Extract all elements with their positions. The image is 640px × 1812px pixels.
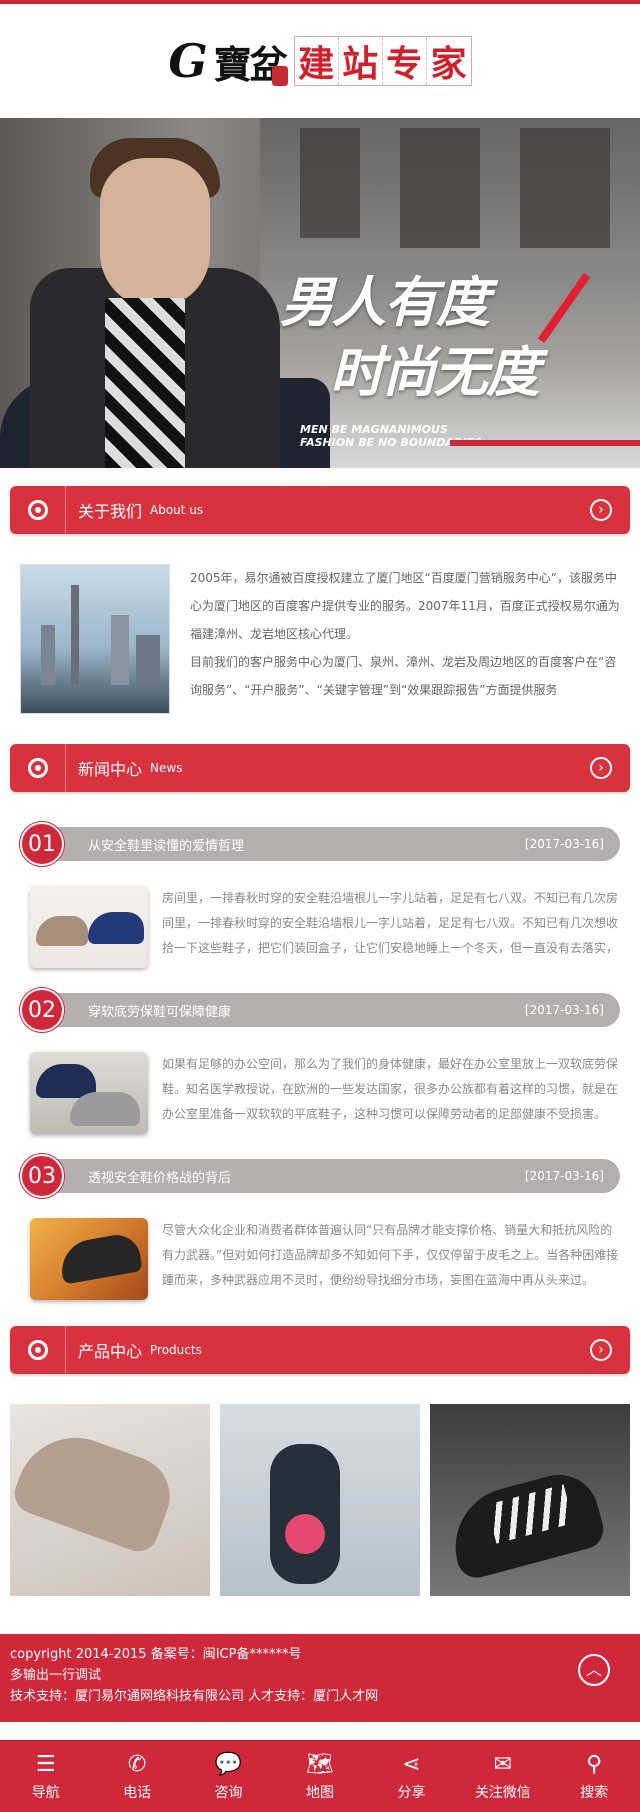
news-item[interactable]: 穿软底劳保鞋可保障健康 [2017-03-16] 02 如果有足够的办公空间，那…: [0, 988, 640, 1154]
news-title-bar[interactable]: 从安全鞋里读懂的爱情哲理 [2017-03-16]: [50, 827, 620, 861]
back-to-top-icon[interactable]: ︿: [578, 1654, 610, 1686]
about-content: 2005年，易尔通被百度授权建立了厦门地区“百度厦门营销服务中心”，该服务中心为…: [0, 534, 640, 734]
news-summary: 尽管大众化企业和消费者群体普遍认同“只有品牌才能支撑价格、销量大和抵抗风险的有力…: [162, 1223, 619, 1287]
about-text: 2005年，易尔通被百度授权建立了厦门地区“百度厦门营销服务中心”，该服务中心为…: [190, 564, 620, 714]
banner-slogan-line2: 时尚无度: [330, 341, 540, 404]
news-body: 房间里，一排春秋时穿的安全鞋沿墙根儿一字儿站着，足足有七八双。不知已有几次房间里…: [10, 866, 630, 988]
news-item[interactable]: 透视安全鞋价格战的背后 [2017-03-16] 03 尽管大众化企业和消费者群…: [0, 1154, 640, 1320]
news-title[interactable]: 从安全鞋里读懂的爱情哲理: [88, 835, 244, 854]
banner-red-bar: [450, 440, 640, 446]
news-summary: 如果有足够的办公空间，那么为了我们的身体健康，最好在办公室里放上一双软底劳保鞋。…: [162, 1057, 619, 1121]
banner-slogan-line1: 男人有度: [280, 271, 490, 334]
menu-icon: ☰: [35, 1751, 56, 1777]
logo-tagline: 建 站 专 家: [293, 36, 472, 86]
logo-seal-icon: [271, 66, 288, 86]
logo-tagline-char: 建: [295, 37, 339, 85]
site-footer: copyright 2014-2015 备案号：闽ICP备******号 多输出…: [0, 1634, 640, 1722]
nav-label: 电话: [123, 1784, 152, 1801]
section-header-news[interactable]: 新闻中心 News ›: [10, 744, 630, 792]
section-subtitle: News: [150, 761, 183, 775]
section-title: 关于我们: [78, 502, 143, 521]
news-date: [2017-03-16]: [524, 837, 604, 851]
footer-support: 技术支持：厦门易尔通网络科技有限公司 人才支持：厦门人才网: [10, 1689, 379, 1704]
chevron-right-icon[interactable]: ›: [590, 1339, 612, 1361]
section-dot-icon: [10, 1326, 66, 1374]
nav-item-share[interactable]: ⋖ 分享: [366, 1741, 457, 1812]
section-header-products[interactable]: 产品中心 Products ›: [10, 1326, 630, 1374]
nav-label: 咨询: [214, 1784, 243, 1801]
section-dot-icon: [10, 486, 66, 534]
section-subtitle: Products: [150, 1343, 202, 1357]
news-title[interactable]: 穿软底劳保鞋可保障健康: [88, 1001, 231, 1020]
nav-item-consult[interactable]: 💬 咨询: [183, 1741, 274, 1812]
news-title-bar[interactable]: 透视安全鞋价格战的背后 [2017-03-16]: [50, 1159, 620, 1193]
banner-model-scarf: [105, 298, 185, 468]
news-number-badge: 02: [20, 988, 64, 1032]
product-image[interactable]: [220, 1404, 420, 1596]
nav-item-menu[interactable]: ☰ 导航: [0, 1741, 91, 1812]
product-grid: [0, 1374, 640, 1626]
bottom-nav: ☰ 导航 ✆ 电话 💬 咨询 🗺 地图 ⋖ 分享 ✉ 关注微信 ⚲ 搜索: [0, 1740, 640, 1812]
logo-letter: G: [168, 34, 208, 88]
banner-model-face: [100, 158, 210, 308]
news-summary: 房间里，一排春秋时穿的安全鞋沿墙根儿一字儿站着，足足有七八双。不知已有几次房间里…: [162, 891, 619, 955]
section-title: 新闻中心: [78, 760, 143, 779]
nav-label: 搜索: [580, 1784, 609, 1801]
news-number-badge: 03: [20, 1154, 64, 1198]
news-title[interactable]: 透视安全鞋价格战的背后: [88, 1167, 231, 1186]
product-image[interactable]: [10, 1404, 210, 1596]
logo-tagline-char: 站: [339, 37, 383, 85]
nav-label: 导航: [31, 1784, 60, 1801]
section-dot-icon: [10, 744, 66, 792]
product-image[interactable]: [430, 1404, 630, 1596]
nav-item-phone[interactable]: ✆ 电话: [91, 1741, 182, 1812]
nav-item-search[interactable]: ⚲ 搜索: [549, 1741, 640, 1812]
news-body: 如果有足够的办公空间，那么为了我们的身体健康，最好在办公室里放上一双软底劳保鞋。…: [10, 1032, 630, 1154]
hero-banner[interactable]: 男人有度 时尚无度 MEN BE MAGNANIMOUS FASHION BE …: [0, 118, 640, 468]
news-item[interactable]: 从安全鞋里读懂的爱情哲理 [2017-03-16] 01 房间里，一排春秋时穿的…: [0, 822, 640, 988]
search-icon: ⚲: [586, 1751, 603, 1777]
news-date: [2017-03-16]: [524, 1169, 604, 1183]
nav-label: 地图: [305, 1784, 334, 1801]
about-paragraph: 目前我们的客户服务中心为厦门、泉州、漳州、龙岩及周边地区的百度客户在“咨询服务”…: [190, 655, 617, 697]
nav-label: 分享: [397, 1784, 426, 1801]
about-paragraph: 2005年，易尔通被百度授权建立了厦门地区“百度厦门营销服务中心”，该服务中心为…: [190, 571, 620, 641]
chevron-right-icon[interactable]: ›: [590, 757, 612, 779]
chat-icon: 💬: [214, 1751, 243, 1777]
nav-item-map[interactable]: 🗺 地图: [274, 1741, 365, 1812]
site-header: G 寶盆 建 站 专 家: [0, 4, 640, 118]
map-icon: 🗺: [306, 1751, 334, 1777]
share-icon: ⋖: [402, 1751, 421, 1777]
news-head[interactable]: 透视安全鞋价格战的背后 [2017-03-16] 03: [10, 1154, 630, 1198]
about-city-image: [20, 564, 170, 714]
nav-label: 关注微信: [474, 1784, 531, 1801]
news-title-bar[interactable]: 穿软底劳保鞋可保障健康 [2017-03-16]: [50, 993, 620, 1027]
logo-tagline-char: 专: [383, 37, 427, 85]
news-body: 尽管大众化企业和消费者群体普遍认同“只有品牌才能支撑价格、销量大和抵抗风险的有力…: [10, 1198, 630, 1320]
news-number-badge: 01: [20, 822, 64, 866]
chevron-right-icon[interactable]: ›: [590, 499, 612, 521]
section-subtitle: About us: [150, 503, 204, 517]
news-head[interactable]: 穿软底劳保鞋可保障健康 [2017-03-16] 02: [10, 988, 630, 1032]
logo-tagline-char: 家: [430, 43, 467, 85]
section-title: 产品中心: [78, 1342, 143, 1361]
news-date: [2017-03-16]: [524, 1003, 604, 1017]
phone-icon: ✆: [127, 1751, 147, 1777]
footer-copyright: copyright 2014-2015 备案号：闽ICP备******号: [10, 1647, 302, 1662]
news-thumbnail[interactable]: [30, 886, 148, 968]
banner-en-line1: MEN BE MAGNANIMOUS: [300, 423, 448, 436]
footer-debug-line: 多输出一行调试: [10, 1668, 102, 1683]
news-thumbnail[interactable]: [30, 1052, 148, 1134]
wechat-icon: ✉: [493, 1751, 513, 1777]
site-logo[interactable]: G 寶盆 建 站 专 家: [168, 34, 472, 89]
news-head[interactable]: 从安全鞋里读懂的爱情哲理 [2017-03-16] 01: [10, 822, 630, 866]
section-header-about[interactable]: 关于我们 About us ›: [10, 486, 630, 534]
nav-item-wechat[interactable]: ✉ 关注微信: [457, 1741, 548, 1812]
news-thumbnail[interactable]: [30, 1218, 148, 1300]
